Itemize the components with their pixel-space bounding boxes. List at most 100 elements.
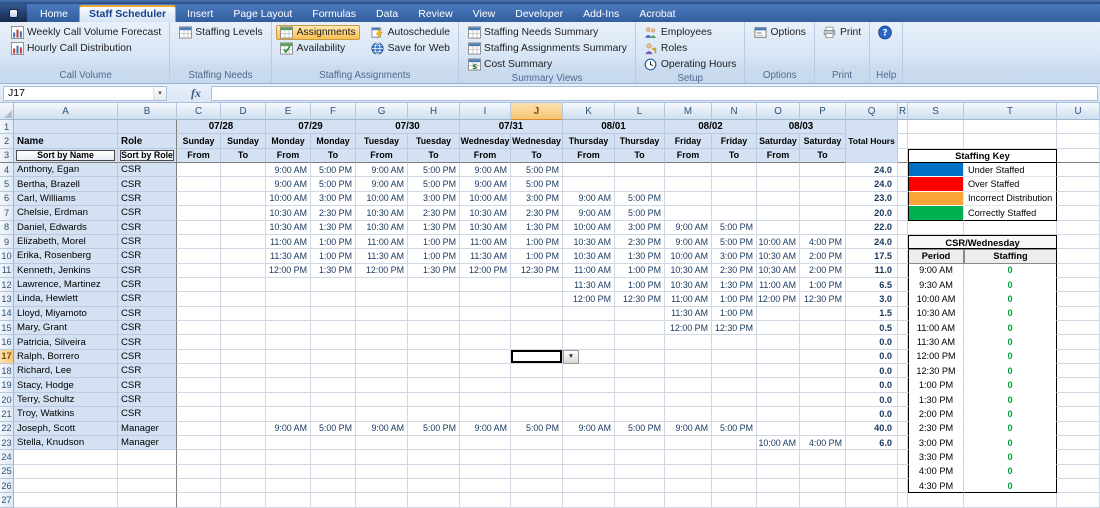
day-header-cell[interactable]: Monday bbox=[311, 134, 356, 149]
cell[interactable] bbox=[898, 220, 908, 235]
column-header-j[interactable]: J bbox=[511, 103, 563, 120]
hourly-call-distribution-button[interactable]: Hourly Call Distribution bbox=[6, 41, 165, 56]
schedule-time-cell[interactable] bbox=[356, 306, 408, 322]
schedule-time-cell[interactable]: 3:00 PM bbox=[311, 191, 356, 207]
total-hours-cell[interactable]: 6.0 bbox=[846, 435, 898, 451]
insert-function-button[interactable]: fx bbox=[187, 86, 211, 101]
column-header-l[interactable]: L bbox=[615, 103, 665, 120]
schedule-time-cell[interactable] bbox=[563, 306, 615, 322]
schedule-time-cell[interactable]: 5:00 PM bbox=[511, 163, 563, 178]
cell[interactable] bbox=[14, 120, 118, 135]
name-column-header-cell[interactable]: Name bbox=[14, 134, 118, 149]
schedule-time-cell[interactable] bbox=[266, 335, 311, 350]
cell[interactable] bbox=[908, 220, 964, 235]
schedule-time-cell[interactable]: 1:00 PM bbox=[408, 234, 460, 250]
total-hours-cell[interactable] bbox=[846, 464, 898, 479]
day-header-cell[interactable]: Tuesday bbox=[408, 134, 460, 149]
cell[interactable] bbox=[964, 220, 1057, 235]
schedule-time-cell[interactable]: 10:30 AM bbox=[356, 206, 408, 221]
schedule-time-cell[interactable] bbox=[311, 292, 356, 307]
cell[interactable] bbox=[898, 321, 908, 336]
schedule-time-cell[interactable] bbox=[177, 321, 221, 336]
cell[interactable] bbox=[1057, 191, 1100, 207]
schedule-time-cell[interactable] bbox=[311, 407, 356, 422]
cell[interactable] bbox=[1057, 177, 1100, 192]
cell[interactable] bbox=[1057, 407, 1100, 422]
column-header-p[interactable]: P bbox=[800, 103, 846, 120]
from-to-header-cell[interactable]: From bbox=[460, 148, 511, 164]
schedule-time-cell[interactable] bbox=[408, 493, 460, 508]
schedule-time-cell[interactable] bbox=[356, 478, 408, 494]
employee-name-cell[interactable]: Anthony, Egan bbox=[14, 163, 118, 178]
employee-name-cell[interactable]: Lawrence, Martinez bbox=[14, 277, 118, 293]
cell[interactable] bbox=[118, 478, 177, 494]
cell[interactable] bbox=[898, 335, 908, 350]
cost-summary-button[interactable]: $ Cost Summary bbox=[463, 57, 631, 72]
schedule-time-cell[interactable]: 10:00 AM bbox=[757, 234, 800, 250]
schedule-time-cell[interactable]: 10:30 AM bbox=[757, 249, 800, 264]
schedule-time-cell[interactable] bbox=[221, 407, 266, 422]
employee-name-cell[interactable]: Bertha, Brazell bbox=[14, 177, 118, 192]
cell[interactable] bbox=[1057, 206, 1100, 221]
schedule-time-cell[interactable]: 4:00 PM bbox=[800, 435, 846, 451]
from-to-header-cell[interactable]: To bbox=[511, 148, 563, 164]
schedule-time-cell[interactable] bbox=[460, 349, 511, 365]
day-header-cell[interactable]: Monday bbox=[266, 134, 311, 149]
column-header-r[interactable]: R bbox=[898, 103, 908, 120]
tab-add-ins[interactable]: Add-Ins bbox=[574, 6, 628, 22]
from-to-header-cell[interactable]: To bbox=[800, 148, 846, 164]
schedule-time-cell[interactable] bbox=[800, 220, 846, 235]
schedule-time-cell[interactable] bbox=[712, 163, 757, 178]
cell[interactable] bbox=[898, 120, 908, 135]
cell[interactable] bbox=[1057, 120, 1100, 135]
day-header-cell[interactable]: Sunday bbox=[221, 134, 266, 149]
schedule-time-cell[interactable]: 9:00 AM bbox=[665, 220, 712, 235]
schedule-time-cell[interactable] bbox=[757, 421, 800, 436]
schedule-time-cell[interactable]: 10:00 AM bbox=[563, 220, 615, 235]
schedule-time-cell[interactable] bbox=[665, 163, 712, 178]
schedule-time-cell[interactable]: 5:00 PM bbox=[408, 421, 460, 436]
cell[interactable] bbox=[1057, 292, 1100, 307]
column-header-m[interactable]: M bbox=[665, 103, 712, 120]
employee-name-cell[interactable]: Daniel, Edwards bbox=[14, 220, 118, 235]
employee-role-cell[interactable]: CSR bbox=[118, 220, 177, 235]
employee-name-cell[interactable]: Erika, Rosenberg bbox=[14, 249, 118, 264]
schedule-time-cell[interactable] bbox=[460, 407, 511, 422]
schedule-time-cell[interactable] bbox=[511, 306, 563, 322]
schedule-time-cell[interactable] bbox=[615, 335, 665, 350]
date-header-cell[interactable]: 07/31 bbox=[460, 120, 563, 135]
employee-role-cell[interactable]: CSR bbox=[118, 378, 177, 393]
schedule-time-cell[interactable] bbox=[665, 206, 712, 221]
schedule-time-cell[interactable]: 5:00 PM bbox=[408, 177, 460, 192]
schedule-time-cell[interactable] bbox=[712, 435, 757, 451]
schedule-time-cell[interactable] bbox=[221, 234, 266, 250]
schedule-time-cell[interactable] bbox=[460, 306, 511, 322]
schedule-time-cell[interactable]: 9:00 AM bbox=[563, 421, 615, 436]
schedule-time-cell[interactable] bbox=[177, 464, 221, 479]
date-header-cell[interactable]: 07/30 bbox=[356, 120, 460, 135]
schedule-time-cell[interactable] bbox=[408, 450, 460, 465]
schedule-time-cell[interactable] bbox=[221, 163, 266, 178]
selected-cell[interactable]: ▼ bbox=[511, 349, 579, 365]
date-header-cell[interactable]: 07/28 bbox=[177, 120, 266, 135]
row-header-5[interactable]: 5 bbox=[0, 177, 14, 192]
schedule-time-cell[interactable] bbox=[408, 392, 460, 408]
schedule-time-cell[interactable] bbox=[511, 292, 563, 307]
schedule-time-cell[interactable] bbox=[757, 392, 800, 408]
row-header-18[interactable]: 18 bbox=[0, 364, 14, 379]
options-button[interactable]: Options bbox=[749, 25, 810, 40]
schedule-time-cell[interactable] bbox=[800, 335, 846, 350]
schedule-time-cell[interactable] bbox=[408, 306, 460, 322]
schedule-time-cell[interactable] bbox=[311, 435, 356, 451]
cell[interactable] bbox=[14, 464, 118, 479]
schedule-time-cell[interactable] bbox=[563, 493, 615, 508]
cell[interactable]: Sort by Role bbox=[118, 148, 177, 164]
validation-dropdown-button[interactable]: ▼ bbox=[563, 349, 579, 365]
cell[interactable] bbox=[898, 177, 908, 192]
total-hours-cell[interactable] bbox=[846, 478, 898, 494]
schedule-time-cell[interactable]: 9:00 AM bbox=[665, 234, 712, 250]
row-header-25[interactable]: 25 bbox=[0, 464, 14, 479]
schedule-time-cell[interactable] bbox=[221, 349, 266, 365]
date-header-cell[interactable]: 08/02 bbox=[665, 120, 757, 135]
employee-role-cell[interactable]: CSR bbox=[118, 306, 177, 322]
